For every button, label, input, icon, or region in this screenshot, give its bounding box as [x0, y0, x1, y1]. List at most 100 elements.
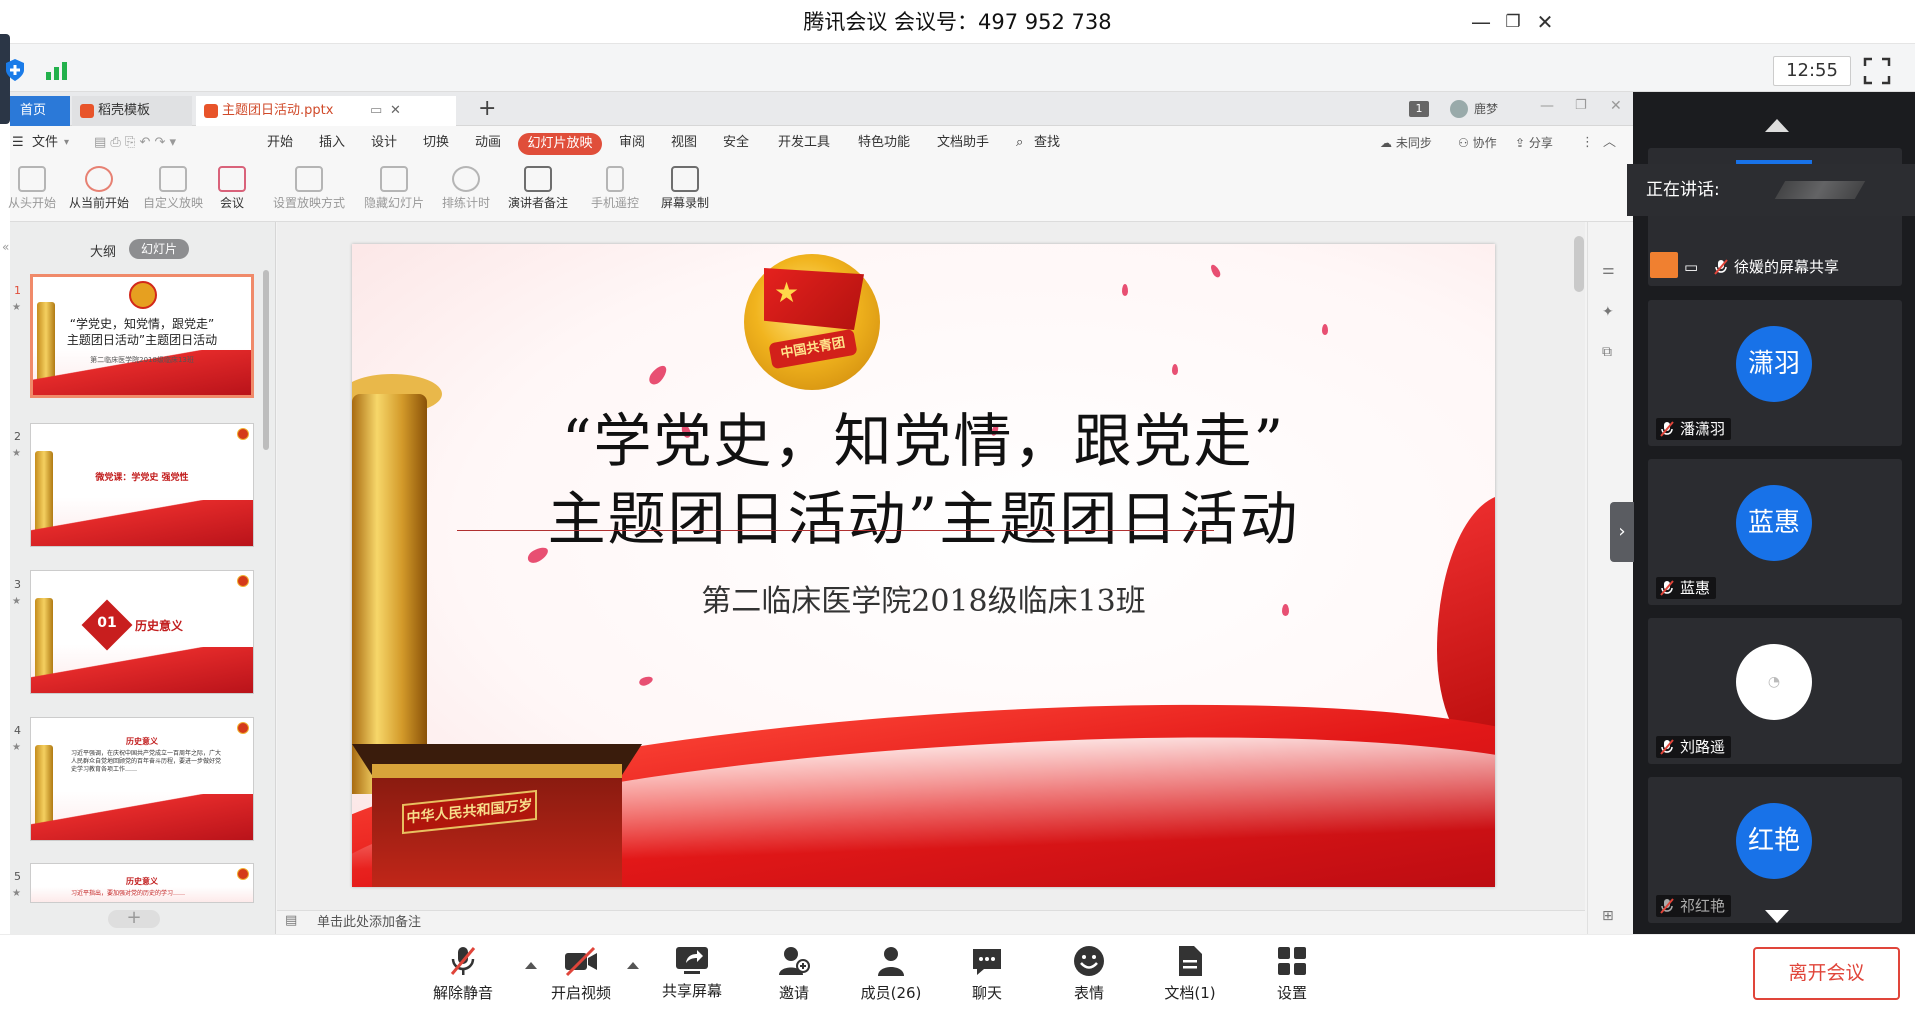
grid-view-icon[interactable]: ⊞ — [1602, 908, 1614, 924]
slide-thumbnail-1[interactable]: “学党史，知党情，跟党走” 主题团日活动”主题团日活动 第二临床医学院2018级… — [30, 274, 254, 398]
phone-remote-button[interactable]: 手机遥控 — [584, 162, 646, 220]
chevron-down-icon[interactable]: ▾ — [64, 126, 69, 160]
restore-icon[interactable]: ❐ — [1498, 8, 1528, 36]
menu-insert[interactable]: 插入 — [319, 126, 345, 160]
screen-record-button[interactable]: 屏幕录制 — [654, 162, 716, 220]
window-count-badge[interactable]: 1 — [1409, 101, 1429, 117]
avatar: 红艳 — [1736, 803, 1812, 879]
minimize-icon[interactable]: — — [1466, 8, 1496, 36]
emblem-icon — [237, 575, 249, 587]
tab-templates[interactable]: 稻壳模板 — [72, 96, 192, 126]
collapse-panel-icon[interactable]: « — [2, 240, 9, 254]
play-from-current-button[interactable]: 从当前开始 — [64, 162, 134, 220]
menu-home[interactable]: 开始 — [267, 126, 293, 160]
hamburger-icon[interactable]: ☰ — [12, 126, 24, 160]
fullscreen-icon[interactable] — [1862, 56, 1892, 86]
collaborate-button[interactable]: ⚇ 协作 — [1458, 126, 1497, 160]
menu-security[interactable]: 安全 — [723, 126, 749, 160]
account-name[interactable]: 鹿梦 — [1474, 100, 1498, 117]
leave-meeting-button[interactable]: 离开会议 — [1753, 947, 1900, 1000]
share-label: 分享 — [1528, 136, 1553, 150]
window-icon[interactable]: ▭ — [370, 96, 382, 126]
share-button[interactable]: ⇪ 分享 — [1515, 126, 1553, 160]
menu-animation[interactable]: 动画 — [475, 126, 501, 160]
menu-find[interactable]: 查找 — [1034, 126, 1060, 160]
wps-restore-icon[interactable]: ❐ — [1575, 98, 1587, 113]
custom-show-button[interactable]: 自定义放映 — [140, 162, 206, 220]
participant-tile[interactable]: 红艳 祁红艳 — [1648, 777, 1902, 923]
menu-slideshow[interactable]: 幻灯片放映 — [518, 133, 602, 155]
search-icon[interactable]: ⌕ — [1016, 126, 1023, 160]
canvas-scrollbar[interactable] — [1574, 236, 1584, 292]
show-settings-button[interactable]: 设置放映方式 — [266, 162, 352, 220]
slide-thumbnail-5[interactable]: 历史意义 习近平指出，要加强对党的历史的学习…… — [30, 863, 254, 903]
play-from-start-button[interactable]: 从头开始 — [4, 162, 60, 220]
add-slide-button[interactable]: + — [108, 909, 160, 928]
settings-button[interactable]: 设置 — [1250, 944, 1334, 1006]
more-icon[interactable]: ⋮ — [1581, 126, 1594, 160]
tab-home[interactable]: 首页 — [10, 96, 70, 126]
sync-status[interactable]: ☁ 未同步 — [1380, 126, 1432, 160]
menu-doc-assistant[interactable]: 文档助手 — [937, 126, 989, 160]
collapse-ribbon-icon[interactable]: ︿ — [1603, 126, 1616, 160]
close-icon[interactable]: ✕ — [1530, 8, 1560, 36]
speaking-label: 正在讲话: — [1646, 180, 1720, 200]
wps-minimize-icon[interactable]: — — [1540, 98, 1554, 114]
slide-title-line1: “学党史，知党情，跟党走” — [561, 407, 1286, 475]
speaker-notes-button[interactable]: 演讲者备注 — [502, 162, 574, 220]
menu-transition[interactable]: 切换 — [423, 126, 449, 160]
signal-icon[interactable] — [44, 58, 74, 82]
reactions-button[interactable]: 表情 — [1047, 944, 1131, 1006]
tab-slides[interactable]: 幻灯片 — [129, 239, 189, 259]
participant-tile[interactable]: 蓝惠 蓝惠 — [1648, 459, 1902, 605]
thumbnail-scrollbar[interactable] — [263, 270, 269, 450]
tab-pptx-file[interactable]: 主题团日活动.pptx ▭ ✕ — [196, 96, 456, 126]
unmute-button[interactable]: 解除静音 — [421, 944, 505, 1006]
menu-design[interactable]: 设计 — [371, 126, 397, 160]
start-video-button[interactable]: 开启视频 — [539, 944, 623, 1006]
mic-muted-icon — [1660, 739, 1674, 755]
quick-access-icons[interactable]: ▤ ⎙ ⎘ ↶ ↷ ▾ — [94, 126, 176, 160]
participant-tile[interactable]: ◔ 刘路遥 — [1648, 618, 1902, 764]
panel-toggle-button[interactable]: › — [1610, 502, 1634, 562]
slide-thumbnail-4[interactable]: 历史意义 习近平强调，在庆祝中国共产党成立一百周年之际，广大人民群众自觉地回顾党… — [30, 717, 254, 841]
chevron-up-icon[interactable] — [524, 960, 538, 970]
chevron-up-icon[interactable] — [626, 960, 640, 970]
wps-close-icon[interactable]: ✕ — [1610, 98, 1622, 114]
share-screen-button[interactable]: 共享屏幕 — [650, 944, 734, 1006]
menu-file[interactable]: 文件 — [32, 126, 58, 160]
avatar[interactable] — [1450, 100, 1468, 118]
scroll-down-icon[interactable] — [1762, 908, 1792, 926]
new-tab-icon[interactable]: + — [478, 96, 496, 121]
mic-muted-icon — [1660, 421, 1674, 437]
slide-subtitle: 第二临床医学院2018级临床13班 — [701, 584, 1146, 619]
scroll-up-icon[interactable] — [1762, 116, 1792, 134]
pin-icon[interactable]: ✦ — [1602, 304, 1614, 320]
current-slide[interactable]: 中华人民共和国万岁 ★ 中国共青团 “学党史，知党情，跟党走” 主题团日活动”主… — [352, 244, 1495, 887]
documents-button[interactable]: 文档(1) — [1148, 944, 1232, 1006]
menu-developer[interactable]: 开发工具 — [778, 126, 830, 160]
tab-outline[interactable]: 大纲 — [90, 241, 116, 260]
members-button[interactable]: 成员(26) — [849, 944, 933, 1006]
participant-tile[interactable]: 潇羽 潘潇羽 — [1648, 300, 1902, 446]
share-screen-icon — [676, 947, 708, 974]
copy-icon[interactable]: ⧉ — [1602, 344, 1612, 360]
slide-thumbnail-3[interactable]: 01 历史意义 — [30, 570, 254, 694]
shield-icon[interactable] — [5, 58, 25, 82]
tab-label: 稻壳模板 — [98, 103, 151, 118]
rehearse-timing-button[interactable]: 排练计时 — [434, 162, 498, 220]
animation-star-icon: ★ — [12, 742, 21, 753]
slide-thumbnail-2[interactable]: 微党课：学党史 强党性 — [30, 423, 254, 547]
menu-view[interactable]: 视图 — [671, 126, 697, 160]
adjust-icon[interactable]: ⚌ — [1602, 262, 1615, 278]
menu-features[interactable]: 特色功能 — [858, 126, 910, 160]
tab-close-icon[interactable]: ✕ — [390, 96, 401, 126]
meeting-button[interactable]: 会议 — [210, 162, 254, 220]
menu-review[interactable]: 审阅 — [619, 126, 645, 160]
chat-button[interactable]: 聊天 — [945, 944, 1029, 1006]
toolbar-label: 文档(1) — [1164, 984, 1216, 1002]
invite-button[interactable]: 邀请 — [752, 944, 836, 1006]
hide-slide-button[interactable]: 隐藏幻灯片 — [358, 162, 430, 220]
notes-area[interactable]: 单击此处添加备注 — [277, 910, 1585, 934]
collaborate-label: 协作 — [1472, 136, 1497, 150]
